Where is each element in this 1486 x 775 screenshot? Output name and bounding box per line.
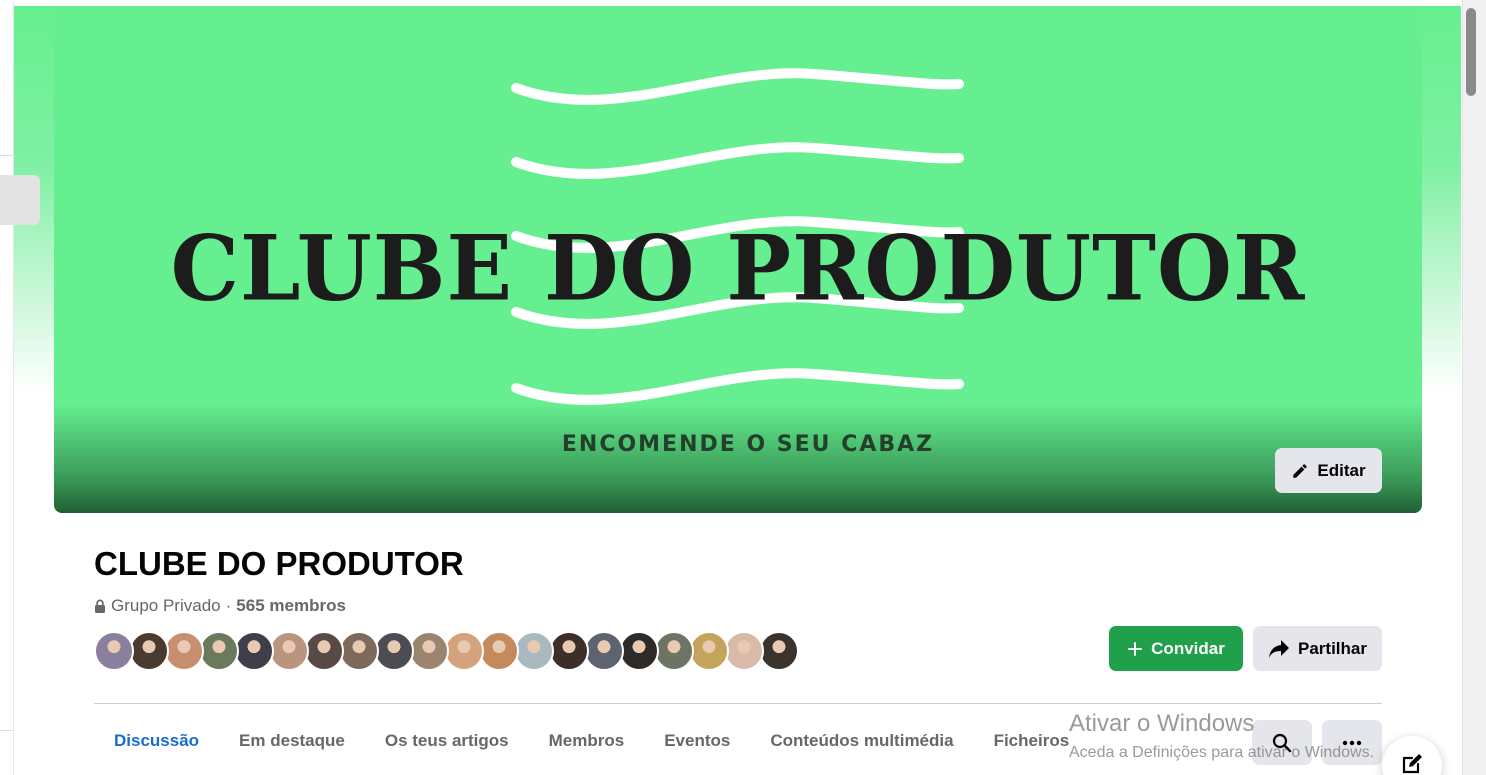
member-avatar[interactable] xyxy=(724,631,764,671)
member-avatar[interactable] xyxy=(619,631,659,671)
invite-label: Convidar xyxy=(1151,638,1225,658)
page-scrollbar[interactable] xyxy=(1462,0,1486,775)
search-button[interactable] xyxy=(1252,720,1312,765)
member-avatar[interactable] xyxy=(759,631,799,671)
cover-photo: CLUBE DO PRODUTOR ENCOMENDE O SEU CABAZ xyxy=(54,6,1422,513)
member-avatar[interactable] xyxy=(689,631,729,671)
tab-media[interactable]: Conteúdos multimédia xyxy=(750,712,973,770)
member-avatar[interactable] xyxy=(409,631,449,671)
group-privacy[interactable]: Grupo Privado xyxy=(111,596,221,616)
member-avatar[interactable] xyxy=(549,631,589,671)
share-arrow-icon xyxy=(1269,639,1289,658)
tab-your-posts[interactable]: Os teus artigos xyxy=(365,712,529,770)
member-avatar[interactable] xyxy=(304,631,344,671)
group-title[interactable]: CLUBE DO PRODUTOR xyxy=(94,545,464,583)
sidebar-divider xyxy=(0,730,14,731)
group-tabs: Discussão Em destaque Os teus artigos Me… xyxy=(94,712,1089,775)
compose-button[interactable] xyxy=(1382,736,1442,775)
member-avatar[interactable] xyxy=(654,631,694,671)
left-sidebar-edge xyxy=(0,0,40,775)
share-button[interactable]: Partilhar xyxy=(1253,626,1382,671)
compose-icon xyxy=(1402,754,1422,774)
member-avatar[interactable] xyxy=(164,631,204,671)
tab-featured[interactable]: Em destaque xyxy=(219,712,365,770)
tab-events[interactable]: Eventos xyxy=(644,712,750,770)
member-avatar[interactable] xyxy=(339,631,379,671)
cover-title: CLUBE DO PRODUTOR xyxy=(170,215,1306,322)
lock-icon xyxy=(95,599,105,613)
edit-cover-label: Editar xyxy=(1317,460,1366,480)
search-icon xyxy=(1272,733,1292,752)
member-avatar[interactable] xyxy=(199,631,239,671)
page: CLUBE DO PRODUTOR ENCOMENDE O SEU CABAZ … xyxy=(0,0,1486,775)
tab-discussion[interactable]: Discussão xyxy=(94,712,219,770)
more-button[interactable] xyxy=(1322,720,1382,765)
share-label: Partilhar xyxy=(1298,638,1367,658)
member-avatar[interactable] xyxy=(269,631,309,671)
member-avatar[interactable] xyxy=(129,631,169,671)
member-avatar[interactable] xyxy=(584,631,624,671)
member-avatar[interactable] xyxy=(514,631,554,671)
member-avatars xyxy=(94,631,799,671)
member-avatar[interactable] xyxy=(479,631,519,671)
member-avatar[interactable] xyxy=(374,631,414,671)
cover-subtitle: ENCOMENDE O SEU CABAZ xyxy=(561,432,935,457)
tab-files[interactable]: Ficheiros xyxy=(974,712,1090,770)
member-count[interactable]: 565 membros xyxy=(236,596,346,616)
scrollbar-thumb[interactable] xyxy=(1466,8,1476,96)
group-meta: Grupo Privado · 565 membros xyxy=(94,596,346,616)
plus-icon xyxy=(1128,641,1143,656)
sidebar-collapse-tab[interactable] xyxy=(0,175,40,225)
member-avatar[interactable] xyxy=(234,631,274,671)
more-icon xyxy=(1342,740,1362,745)
sidebar-divider xyxy=(0,155,14,156)
header-divider xyxy=(94,703,1382,704)
edit-cover-button[interactable]: Editar xyxy=(1275,448,1382,493)
tab-members[interactable]: Membros xyxy=(529,712,645,770)
member-avatar[interactable] xyxy=(444,631,484,671)
pencil-icon xyxy=(1293,463,1308,478)
cover-shade xyxy=(54,403,1422,513)
meta-separator: · xyxy=(225,596,232,615)
member-avatar[interactable] xyxy=(94,631,134,671)
invite-button[interactable]: Convidar xyxy=(1109,626,1243,671)
